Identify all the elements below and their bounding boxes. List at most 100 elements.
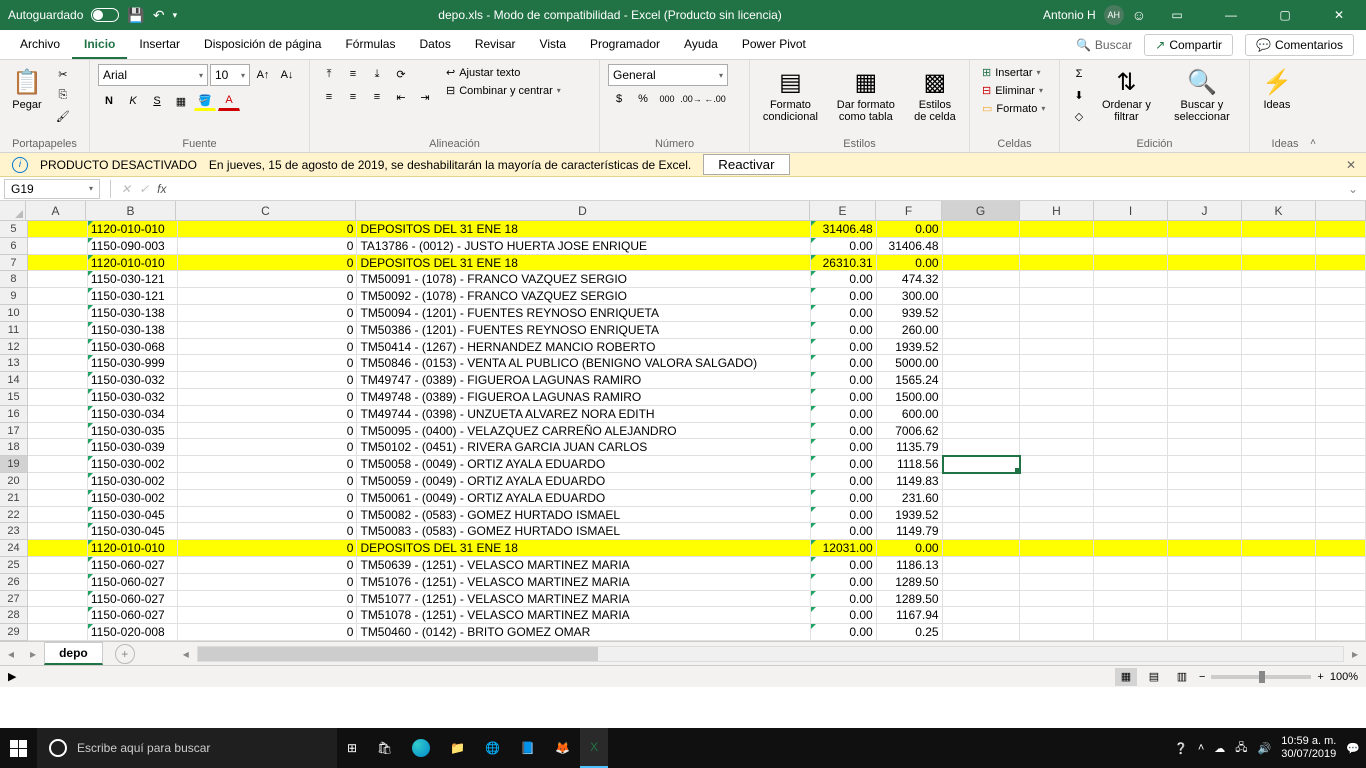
comments-button[interactable]: 💬 Comentarios — [1245, 34, 1354, 56]
row-header[interactable]: 14 — [0, 372, 28, 389]
cell[interactable]: 1289.50 — [877, 574, 943, 591]
cell[interactable]: 1150-030-999 — [88, 355, 178, 372]
cell[interactable]: 0 — [178, 607, 358, 624]
hscroll-left-icon[interactable]: ◂ — [175, 647, 197, 661]
menu-tab-vista[interactable]: Vista — [528, 31, 578, 59]
cell[interactable]: 0 — [178, 221, 358, 238]
cell[interactable] — [1020, 355, 1094, 372]
cell[interactable]: 0.00 — [811, 574, 877, 591]
merge-center-button[interactable]: ⊟Combinar y centrar▾ — [442, 82, 565, 99]
cell[interactable]: 1150-030-121 — [88, 271, 178, 288]
cell[interactable] — [1242, 574, 1316, 591]
row-header[interactable]: 5 — [0, 221, 28, 238]
cell[interactable] — [28, 591, 88, 608]
cell[interactable] — [943, 322, 1021, 339]
cell[interactable]: TM50639 - (1251) - VELASCO MARTINEZ MARI… — [357, 557, 810, 574]
tab-nav-prev-icon[interactable]: ◂ — [0, 647, 22, 661]
column-header-H[interactable]: H — [1020, 201, 1094, 220]
underline-button[interactable]: S — [146, 91, 168, 111]
cell[interactable] — [28, 288, 88, 305]
cell[interactable]: 1135.79 — [877, 439, 943, 456]
row-header[interactable]: 10 — [0, 305, 28, 322]
network-icon[interactable]: 🖧 — [1235, 739, 1247, 758]
font-color-icon[interactable]: A — [218, 91, 240, 111]
cell[interactable] — [28, 490, 88, 507]
cell[interactable] — [1316, 523, 1366, 540]
column-header-F[interactable]: F — [876, 201, 942, 220]
cell[interactable]: 0 — [178, 591, 358, 608]
cell[interactable]: TM51078 - (1251) - VELASCO MARTINEZ MARI… — [357, 607, 810, 624]
zoom-in-icon[interactable]: + — [1317, 671, 1323, 683]
cell[interactable] — [1020, 406, 1094, 423]
cell[interactable] — [1168, 523, 1242, 540]
cell[interactable] — [1020, 305, 1094, 322]
cell[interactable] — [28, 238, 88, 255]
cell[interactable] — [1094, 255, 1168, 272]
cell[interactable]: 0.00 — [811, 624, 877, 641]
cell[interactable] — [943, 473, 1021, 490]
align-bottom-icon[interactable]: ⤓ — [366, 64, 388, 84]
cell[interactable]: TA13786 - (0012) - JUSTO HUERTA JOSE ENR… — [357, 238, 810, 255]
clear-icon[interactable]: ◇ — [1068, 106, 1090, 126]
cell[interactable]: TM51077 - (1251) - VELASCO MARTINEZ MARI… — [357, 591, 810, 608]
cell[interactable] — [1168, 221, 1242, 238]
cell[interactable]: 1150-030-121 — [88, 288, 178, 305]
cell[interactable] — [943, 238, 1021, 255]
cell[interactable] — [1020, 238, 1094, 255]
cell[interactable] — [1316, 439, 1366, 456]
menu-tab-insertar[interactable]: Insertar — [127, 31, 192, 59]
cell[interactable]: 600.00 — [877, 406, 943, 423]
cell[interactable] — [28, 389, 88, 406]
cell[interactable] — [1242, 607, 1316, 624]
cell[interactable] — [1020, 607, 1094, 624]
orientation-icon[interactable]: ⟳ — [390, 64, 412, 84]
autosum-icon[interactable]: Σ — [1068, 64, 1090, 84]
cell[interactable]: 300.00 — [877, 288, 943, 305]
cancel-formula-icon[interactable]: ✕ — [117, 182, 135, 196]
wrap-text-button[interactable]: ↩Ajustar texto — [442, 64, 565, 81]
cell[interactable] — [1242, 523, 1316, 540]
cell[interactable] — [1020, 507, 1094, 524]
cell[interactable]: 1150-030-068 — [88, 339, 178, 356]
column-header-K[interactable]: K — [1242, 201, 1316, 220]
cell[interactable]: 1150-060-027 — [88, 574, 178, 591]
cell[interactable] — [1316, 288, 1366, 305]
row-header[interactable]: 19 — [0, 456, 28, 473]
align-top-icon[interactable]: ⤒ — [318, 64, 340, 84]
cell[interactable] — [1168, 607, 1242, 624]
cell[interactable] — [1316, 591, 1366, 608]
cell[interactable] — [943, 574, 1021, 591]
cell[interactable]: 260.00 — [877, 322, 943, 339]
close-button[interactable]: ✕ — [1316, 0, 1362, 30]
indent-inc-icon[interactable]: ⇥ — [414, 87, 436, 107]
copy-icon[interactable]: ⎘ — [52, 85, 74, 105]
cell[interactable] — [1242, 221, 1316, 238]
thousands-icon[interactable]: 000 — [656, 89, 678, 109]
cell[interactable]: 0.00 — [877, 255, 943, 272]
cell[interactable] — [1242, 456, 1316, 473]
cell[interactable] — [943, 507, 1021, 524]
row-header[interactable]: 23 — [0, 523, 28, 540]
cell[interactable]: 1118.56 — [877, 456, 943, 473]
cell[interactable] — [1094, 439, 1168, 456]
cut-icon[interactable]: ✂ — [52, 64, 74, 84]
cell[interactable] — [1094, 238, 1168, 255]
cell[interactable]: 0.00 — [811, 607, 877, 624]
cell[interactable]: TM50460 - (0142) - BRITO GOMEZ OMAR — [357, 624, 810, 641]
cell[interactable]: TM51076 - (1251) - VELASCO MARTINEZ MARI… — [357, 574, 810, 591]
cell[interactable]: 5000.00 — [877, 355, 943, 372]
cell[interactable]: 1186.13 — [877, 557, 943, 574]
cell[interactable]: 1149.79 — [877, 523, 943, 540]
cell[interactable] — [1242, 305, 1316, 322]
tray-up-icon[interactable]: ˄ — [1198, 742, 1204, 754]
decrease-font-icon[interactable]: A↓ — [276, 65, 298, 85]
row-header[interactable]: 17 — [0, 423, 28, 440]
cell[interactable] — [1316, 490, 1366, 507]
zoom-level[interactable]: 100% — [1330, 671, 1358, 683]
cell[interactable] — [1316, 238, 1366, 255]
cell[interactable]: TM50386 - (1201) - FUENTES REYNOSO ENRIQ… — [357, 322, 810, 339]
cell[interactable] — [943, 355, 1021, 372]
cell[interactable]: 1150-030-002 — [88, 473, 178, 490]
cell[interactable] — [1094, 423, 1168, 440]
cell[interactable]: 0.00 — [811, 238, 877, 255]
